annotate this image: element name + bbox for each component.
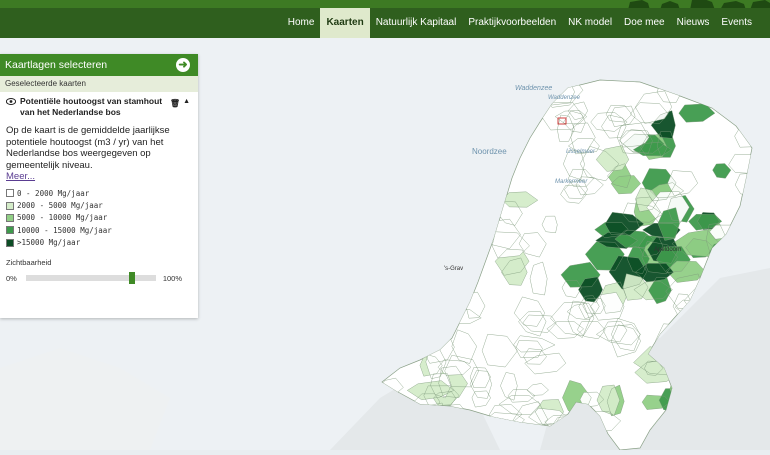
nav-item-events[interactable]: Events	[715, 8, 758, 38]
opacity-slider-row: 0% 100%	[6, 272, 192, 285]
opacity-label: Zichtbaarheid	[6, 257, 52, 267]
nav-item-doe-mee[interactable]: Doe mee	[618, 8, 671, 38]
nav-item-nk-model[interactable]: NK model	[562, 8, 618, 38]
arrow-right-icon[interactable]: ➜	[176, 58, 190, 72]
layer-description: Op de kaart is de gemiddelde jaarlijkse …	[6, 125, 170, 171]
map-label-ijsselmeer: IJsselmeer	[566, 149, 596, 155]
legend-item: >15000 Mg/jaar	[6, 237, 192, 249]
nav-item-nieuws[interactable]: Nieuws	[671, 8, 716, 38]
top-strip	[0, 0, 770, 10]
legend-swatch	[6, 238, 14, 247]
panel-title: Kaartlagen selecteren	[5, 59, 108, 71]
chevron-up-icon[interactable]: ▲	[183, 96, 190, 107]
opacity-min-label: 0%	[6, 273, 17, 283]
map-label-waddenzee: Waddenzee	[515, 85, 552, 92]
map-label-den-haag: 's-Grav	[444, 266, 463, 272]
nav-item-natuurlijk-kapitaal[interactable]: Natuurlijk Kapitaal	[370, 8, 463, 38]
selected-maps-header: Geselecteerde kaarten	[0, 76, 198, 92]
legend-item: 5000 - 10000 Mg/jaar	[6, 212, 192, 224]
legend-swatch	[6, 226, 14, 235]
opacity-slider[interactable]	[25, 272, 156, 285]
map-label-waddenzee-2: Waddenzee	[548, 95, 581, 101]
nav-item-kaarten[interactable]: Kaarten	[320, 8, 370, 38]
map-label-apeldoorn: Apeldoorn	[654, 247, 681, 253]
legend-item: 0 - 2000 Mg/jaar	[6, 187, 192, 199]
legend-swatch	[6, 201, 14, 210]
map-label-markermeer: Markermeer	[555, 179, 588, 185]
layer-title: Potentiële houtoogst van stamhout van he…	[20, 96, 163, 117]
legend-label: >15000 Mg/jaar	[17, 238, 81, 248]
layer-panel-header[interactable]: Kaartlagen selecteren ➜	[0, 54, 198, 76]
main-navigation: Home Kaarten Natuurlijk Kapitaal Praktijkvo…	[0, 8, 770, 38]
layer-title-row: Potentiële houtoogst van stamhout van he…	[6, 96, 192, 118]
legend-item: 2000 - 5000 Mg/jaar	[6, 199, 192, 211]
legend-item: 10000 - 15000 Mg/jaar	[6, 224, 192, 236]
nav-item-home[interactable]: Home	[282, 8, 321, 38]
legend: 0 - 2000 Mg/jaar 2000 - 5000 Mg/jaar 5000 …	[6, 187, 192, 249]
map-label-noordzee: Noordzee	[472, 147, 507, 156]
opacity-max-label: 100%	[162, 273, 183, 283]
legend-swatch	[6, 213, 14, 222]
trash-icon[interactable]: 🗑	[170, 98, 180, 109]
layer-panel: Kaartlagen selecteren ➜ Geselecteerde ka…	[0, 54, 198, 318]
layer-item: Potentiële houtoogst van stamhout van he…	[0, 92, 198, 285]
legend-label: 5000 - 10000 Mg/jaar	[17, 213, 108, 223]
legend-label: 0 - 2000 Mg/jaar	[17, 188, 90, 198]
legend-label: 2000 - 5000 Mg/jaar	[17, 201, 103, 211]
opacity-slider-handle[interactable]	[129, 272, 136, 285]
eye-icon[interactable]	[6, 98, 16, 105]
more-link[interactable]: Meer...	[6, 171, 192, 182]
nav-item-praktijkvoorbeelden[interactable]: Praktijkvoorbeelden	[462, 8, 562, 38]
legend-label: 10000 - 15000 Mg/jaar	[17, 225, 112, 235]
legend-swatch	[6, 189, 14, 198]
